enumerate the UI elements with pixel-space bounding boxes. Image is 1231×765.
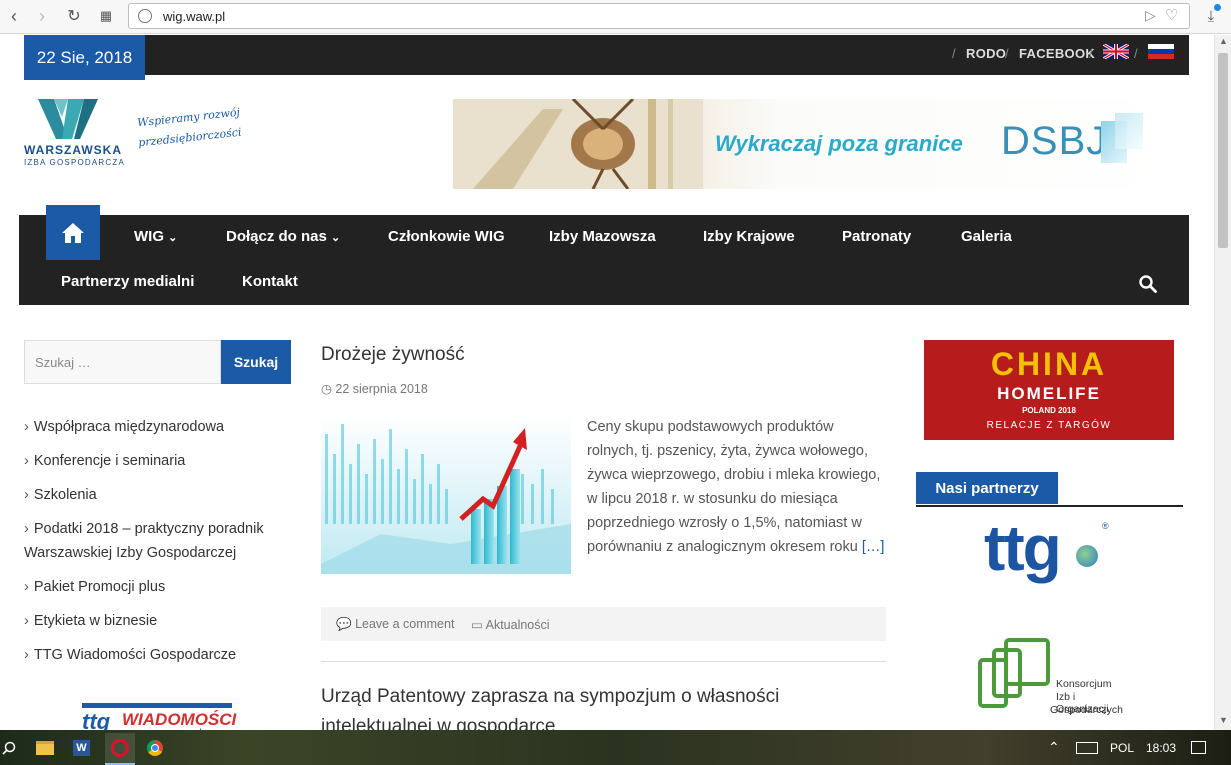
rodo-link[interactable]: RODO — [966, 46, 1006, 61]
post-title[interactable]: Urząd Patentowy zaprasza na sympozjum o … — [321, 682, 779, 730]
konsorcjum-logo[interactable]: Konsorcjum Izb i Organizacji Gospodarczy… — [976, 638, 1126, 718]
chevron-right-icon: › — [24, 579, 29, 595]
chevron-down-icon: ⌄ — [168, 232, 178, 244]
wig-logo[interactable]: WARSZAWSKA IZBA GOSPODARCZA Wspieramy ro… — [24, 97, 246, 169]
nav-wig[interactable]: WIG ⌄ — [134, 228, 177, 245]
partners-heading: Nasi partnerzy — [916, 472, 1058, 504]
word-icon[interactable]: W — [73, 740, 90, 756]
scroll-down-icon[interactable]: ▼ — [1219, 715, 1228, 725]
logo-tagline1: Wspieramy rozwój — [136, 105, 241, 130]
chevron-right-icon: › — [24, 647, 29, 663]
address-url: wig.waw.pl — [163, 9, 226, 24]
reload-icon[interactable]: ↻ — [62, 5, 86, 27]
clock-time[interactable]: 18:03 — [1146, 741, 1176, 755]
read-more-link[interactable]: […] — [862, 539, 885, 555]
chrome-icon[interactable] — [147, 740, 163, 756]
dsbj-banner[interactable]: Wykraczaj poza granice DSBJ — [453, 99, 1170, 189]
category-tag[interactable]: ▭ Aktualności — [471, 617, 550, 632]
keyboard-icon[interactable] — [1076, 742, 1098, 754]
chevron-down-icon: ⌄ — [331, 232, 341, 244]
nav-dolacz[interactable]: Dołącz do nas ⌄ — [226, 228, 340, 245]
wig-logo-mark — [38, 99, 98, 139]
page-scrollbar[interactable]: ▲ ▼ — [1214, 35, 1231, 730]
browser-toolbar: ‹ › ↻ ▦ wig.waw.pl ▷ ♡ ⤓ — [0, 0, 1231, 34]
chevron-right-icon: › — [24, 453, 29, 469]
category-link[interactable]: › Podatki 2018 – praktyczny poradnik Wars… — [24, 517, 286, 565]
logo-line1: WARSZAWSKA — [24, 143, 122, 157]
ttg-wiadomosci-logo[interactable]: ttg WIADOMOŚCI gospodarcze — [82, 703, 236, 730]
comment-link[interactable]: 💬 Leave a comment — [336, 617, 454, 632]
top-bar — [24, 35, 1189, 75]
banner-machine-image — [453, 99, 703, 189]
category-link[interactable]: › Współpraca międzynarodowa — [24, 415, 286, 439]
back-icon[interactable]: ‹ — [2, 5, 26, 27]
banner-slogan: Wykraczaj poza granice — [715, 131, 963, 156]
file-explorer-icon[interactable] — [36, 741, 54, 755]
opera-icon — [111, 739, 129, 757]
tabs-grid-icon[interactable]: ▦ — [94, 5, 118, 27]
post-title[interactable]: Drożeje żywność — [321, 340, 465, 370]
chevron-up-icon[interactable]: ⌃ — [1048, 739, 1060, 756]
banner-brand: DSBJ — [1001, 119, 1108, 163]
language-indicator[interactable]: POL — [1110, 741, 1134, 755]
category-link[interactable]: › Konferencje i seminaria — [24, 449, 286, 473]
nav-galeria[interactable]: Galeria — [961, 228, 1012, 245]
folder-icon: ▭ — [471, 618, 483, 632]
search-button[interactable]: Szukaj — [221, 340, 291, 384]
post-thumbnail-chart[interactable] — [321, 414, 571, 574]
logo-tagline2: przedsiębiorczości — [137, 125, 243, 150]
category-link[interactable]: › Etykieta w biznesie — [24, 609, 286, 633]
post-excerpt: Ceny skupu podstawowych produktów rolnyc… — [587, 419, 885, 555]
nav-kontakt[interactable]: Kontakt — [242, 273, 298, 290]
search-icon[interactable] — [1139, 275, 1157, 293]
post-date: ◷ 22 sierpnia 2018 — [321, 382, 428, 396]
nav-partnerzy-medialni[interactable]: Partnerzy medialni — [61, 273, 194, 290]
nav-patronaty[interactable]: Patronaty — [842, 228, 911, 245]
china-homelife-banner[interactable]: CHINA HOMELIFE POLAND 2018 RELACJE Z TAR… — [924, 340, 1174, 440]
post-divider — [321, 661, 886, 662]
scrollbar-thumb[interactable] — [1218, 53, 1228, 248]
search-input[interactable]: Szukaj … — [24, 340, 221, 384]
nav-czlonkowie[interactable]: Członkowie WIG — [388, 228, 505, 245]
notification-dot — [1214, 4, 1221, 11]
home-button[interactable] — [46, 205, 100, 260]
globe-icon — [1076, 545, 1098, 567]
russia-flag-icon[interactable] — [1148, 44, 1174, 59]
search-icon[interactable] — [2, 741, 16, 755]
chevron-right-icon: › — [24, 487, 29, 503]
uk-flag-icon[interactable] — [1103, 44, 1129, 59]
konsorcjum-mark-icon — [978, 638, 1050, 708]
heart-icon[interactable]: ♡ — [1165, 6, 1178, 24]
category-link[interactable]: › Pakiet Promocji plus — [24, 575, 286, 599]
ttg-partner-logo[interactable]: ttg ® — [984, 512, 1114, 612]
windows-taskbar: W ⌃ POL 18:03 — [0, 730, 1231, 765]
post-footer: 💬 Leave a comment ▭ Aktualności — [321, 607, 886, 641]
clock-icon: ◷ — [321, 382, 332, 396]
chevron-right-icon: › — [24, 521, 29, 537]
banner-brand-square2 — [1115, 113, 1143, 149]
nav-izby-krajowe[interactable]: Izby Krajowe — [703, 228, 795, 245]
forward-icon[interactable]: › — [30, 5, 54, 27]
category-link[interactable]: › Szkolenia — [24, 483, 286, 507]
partners-underline — [916, 505, 1183, 507]
web-page: 22 Sie, 2018 / RODO / FACEBOOK / / WARSZ… — [0, 35, 1214, 730]
scroll-up-icon[interactable]: ▲ — [1219, 36, 1228, 46]
logo-line2: IZBA GOSPODARCZA — [24, 158, 125, 167]
chevron-right-icon: › — [24, 613, 29, 629]
address-bar[interactable]: wig.waw.pl ▷ ♡ — [128, 3, 1190, 29]
opera-taskbar-slot[interactable] — [105, 733, 135, 765]
globe-icon — [138, 9, 152, 23]
send-icon[interactable]: ▷ — [1145, 7, 1156, 24]
nav-izby-mazowsza[interactable]: Izby Mazowsza — [549, 228, 656, 245]
chevron-right-icon: › — [24, 419, 29, 435]
comment-icon: 💬 — [336, 617, 352, 631]
date-badge: 22 Sie, 2018 — [24, 35, 145, 80]
category-link[interactable]: › TTG Wiadomości Gospodarcze — [24, 643, 286, 667]
notifications-icon[interactable] — [1191, 741, 1206, 754]
home-icon — [62, 222, 84, 243]
facebook-link[interactable]: FACEBOOK — [1019, 46, 1095, 61]
